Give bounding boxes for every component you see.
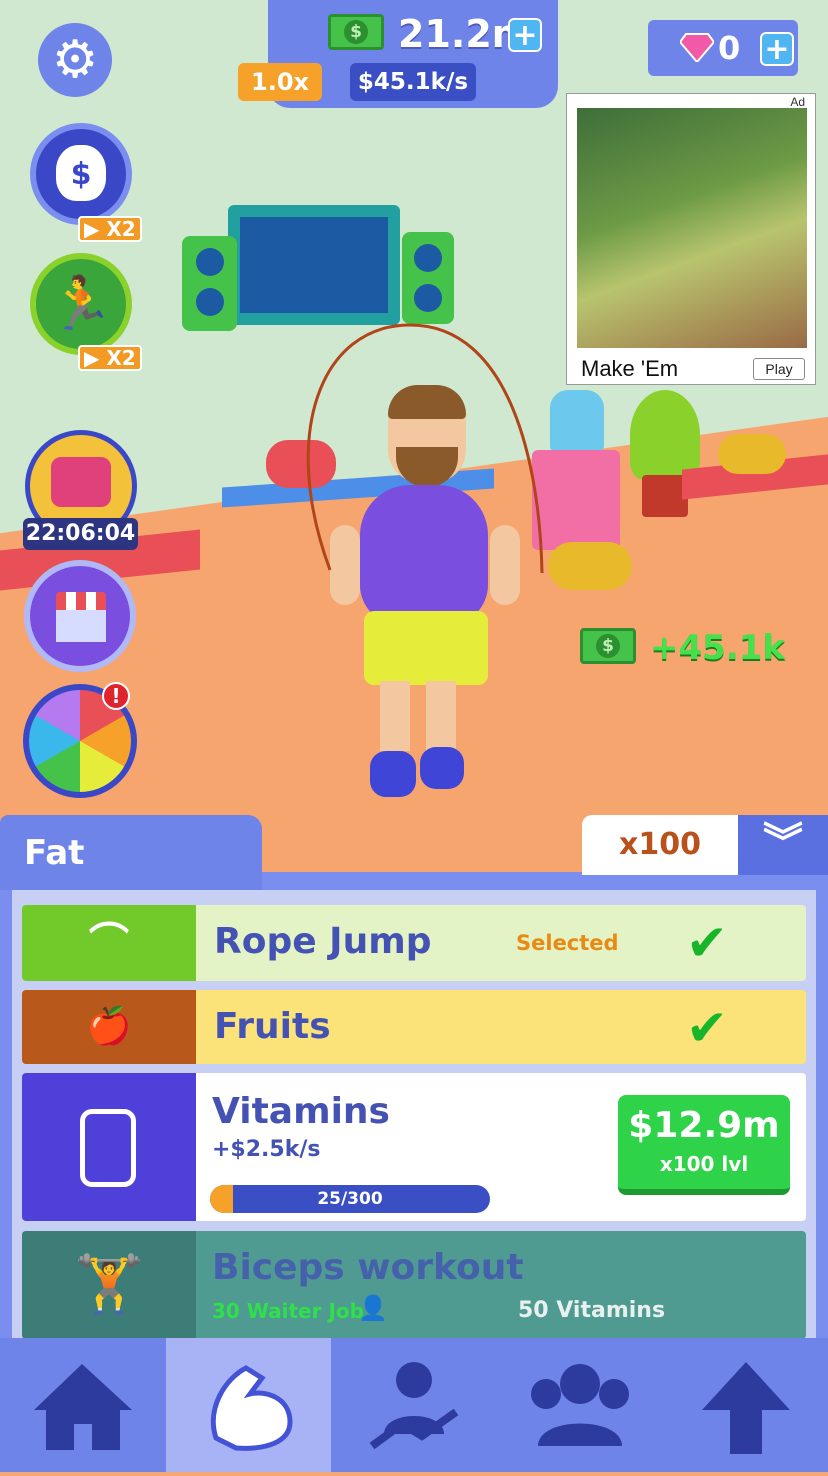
income-rate: $45.1k/s xyxy=(350,63,476,101)
item-name: Vitamins xyxy=(212,1091,390,1132)
item-name: Fruits xyxy=(214,1006,331,1047)
check-icon: ✔ xyxy=(686,999,728,1057)
add-money-button[interactable]: + xyxy=(508,18,542,52)
multiplier-badge[interactable]: 1.0x xyxy=(238,63,322,101)
cash-icon xyxy=(328,14,384,50)
collapse-button[interactable]: ︾ xyxy=(738,815,828,875)
buy-multiplier-toggle[interactable]: x100 xyxy=(582,815,738,875)
ad-play-button[interactable]: Play xyxy=(753,358,805,380)
friends-icon xyxy=(531,1364,629,1446)
dumbbell-floor xyxy=(548,542,632,590)
upgrade-row-fruits[interactable]: 🍎 Fruits ✔ xyxy=(22,990,806,1064)
upgrade-row-rope-jump[interactable]: ⌒ Rope Jump Selected ✔ xyxy=(22,905,806,981)
upgrade-row-biceps-workout[interactable]: 🏋 Biceps workout 30 Waiter Job 👤 50 Vita… xyxy=(22,1231,806,1339)
progress-text: 25/300 xyxy=(317,1189,383,1209)
career-small-icon: 👤 xyxy=(358,1294,388,1322)
money-bag-button[interactable]: $ xyxy=(30,123,132,225)
selected-label: Selected xyxy=(516,931,619,955)
gem-icon xyxy=(678,32,716,64)
nav-workout[interactable] xyxy=(166,1338,331,1472)
nav-upgrade[interactable] xyxy=(664,1338,828,1472)
item-income: +$2.5k/s xyxy=(212,1137,321,1162)
check-icon: ✔ xyxy=(686,914,728,972)
tv xyxy=(228,205,400,325)
add-gems-button[interactable]: + xyxy=(760,32,794,66)
video-x2-tag: ▶ X2 xyxy=(78,216,142,242)
progress-bar: 25/300 xyxy=(210,1185,490,1213)
vitamin-jar-icon xyxy=(22,1073,196,1221)
nav-friends[interactable] xyxy=(498,1338,663,1472)
gem-chest-icon xyxy=(51,457,111,507)
speed-boost-button[interactable]: 🏃 xyxy=(30,253,132,355)
nav-home[interactable] xyxy=(0,1338,165,1472)
money-bag-icon: $ xyxy=(56,145,106,201)
shop-icon xyxy=(56,592,106,642)
alert-badge: ! xyxy=(102,682,130,710)
biceps-icon xyxy=(210,1365,293,1451)
ad-image xyxy=(577,108,807,348)
buy-button[interactable]: $12.9m x100 lvl xyxy=(618,1095,790,1195)
nav-career[interactable] xyxy=(332,1338,497,1472)
chest-timer: 22:06:04 xyxy=(23,518,138,550)
plant xyxy=(610,380,720,540)
item-name: Rope Jump xyxy=(214,921,432,962)
runner-icon: 🏃 xyxy=(48,274,114,334)
fruits-icon: 🍎 xyxy=(22,990,196,1064)
requirement-job: 30 Waiter Job xyxy=(212,1299,364,1323)
career-icon xyxy=(369,1362,459,1450)
home-icon xyxy=(34,1364,132,1450)
ad-badge: Ad xyxy=(790,95,805,109)
category-label: Fat xyxy=(24,833,85,873)
shop-button[interactable] xyxy=(24,560,136,672)
ad-title: Make 'Em xyxy=(581,356,679,381)
upgrade-arrow-icon xyxy=(702,1362,790,1454)
buy-price: $12.9m xyxy=(628,1105,780,1146)
speaker-right xyxy=(402,232,454,324)
chevron-down-icon: ︾ xyxy=(763,820,803,866)
gear-icon: ⚙ xyxy=(51,30,99,90)
jump-rope xyxy=(306,323,544,574)
requirement-item: 50 Vitamins xyxy=(518,1298,666,1323)
settings-button[interactable]: ⚙ xyxy=(38,23,112,97)
jump-rope-icon: ⌒ xyxy=(22,905,196,981)
dumbbell-man-icon: 🏋 xyxy=(22,1231,196,1339)
buy-multiplier-label: x100 xyxy=(619,827,701,862)
speaker-left xyxy=(182,236,237,331)
dumbbell-gold xyxy=(718,434,786,474)
video-x2-tag-2: ▶ X2 xyxy=(78,345,142,371)
buy-level: x100 lvl xyxy=(659,1152,749,1176)
ad-banner[interactable]: Ad Make 'Em Play xyxy=(566,93,816,385)
category-tab[interactable]: Fat xyxy=(0,815,262,890)
upgrade-row-vitamins[interactable]: Vitamins +$2.5k/s 25/300 $12.9m x100 lvl xyxy=(22,1073,806,1221)
gems-value: 0 xyxy=(718,29,741,67)
item-name: Biceps workout xyxy=(212,1247,524,1288)
floating-income: +45.1k xyxy=(650,628,785,668)
income-cash-icon xyxy=(580,628,636,664)
